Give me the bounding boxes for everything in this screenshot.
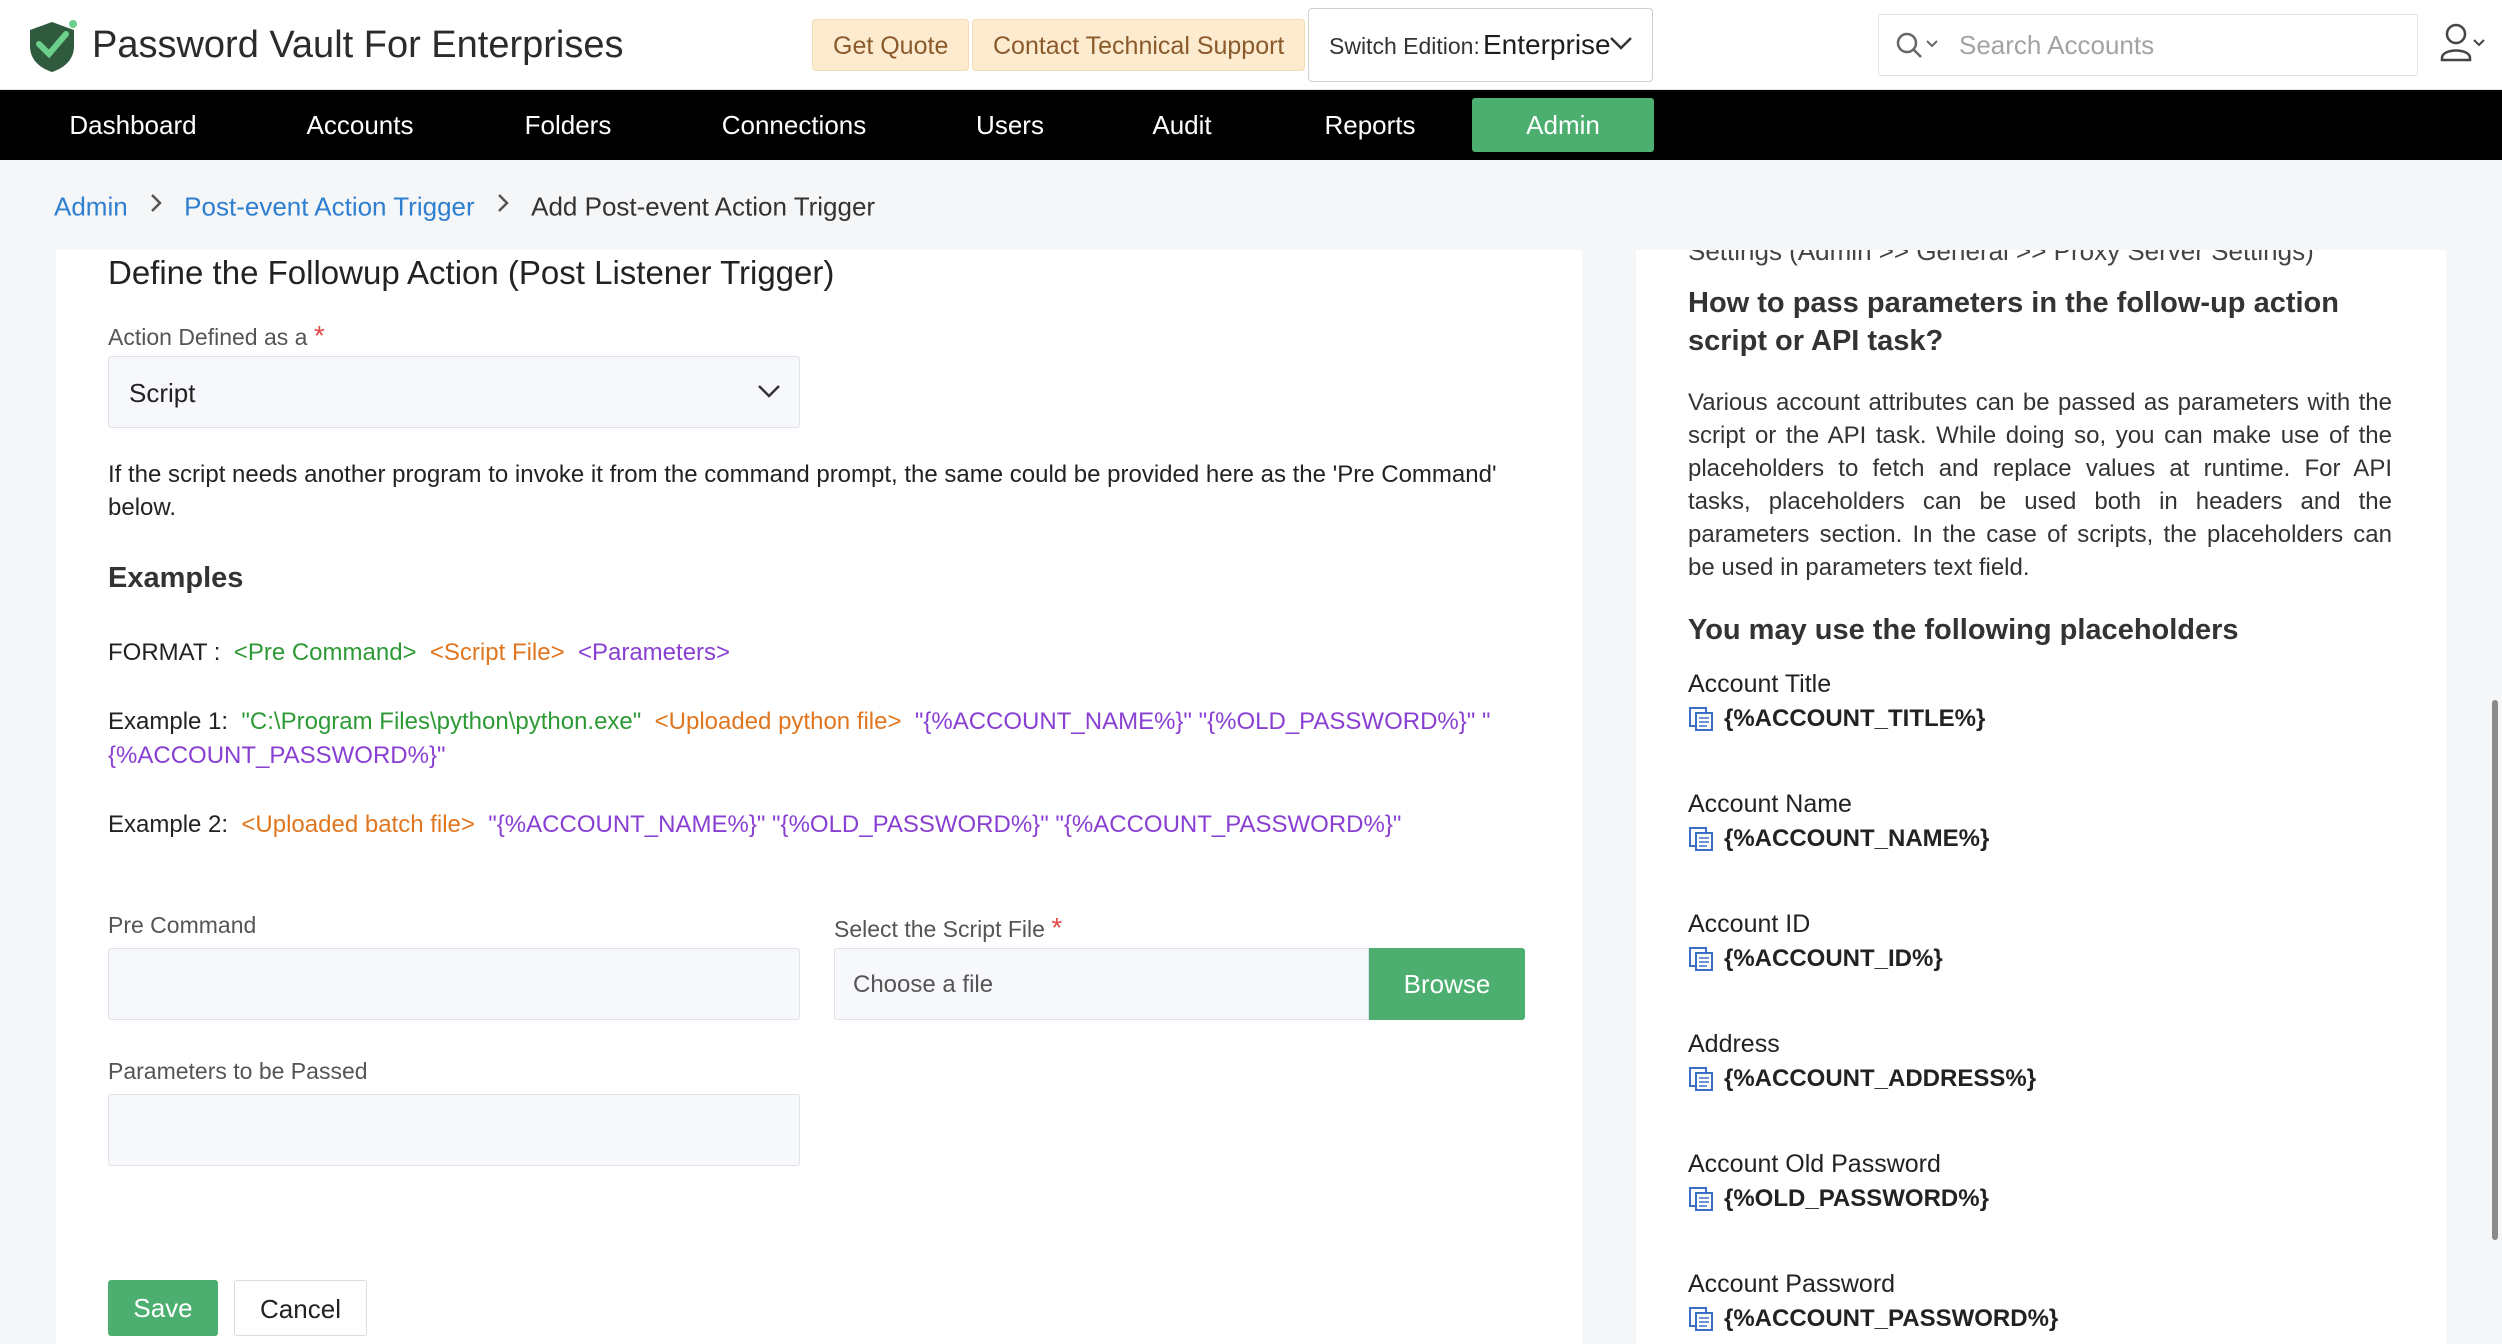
placeholder-label: Address xyxy=(1688,1030,1780,1058)
app-title: Password Vault For Enterprises xyxy=(92,24,624,66)
action-defined-label: Action Defined as a * xyxy=(108,320,325,351)
followup-action-form: Define the Followup Action (Post Listene… xyxy=(56,250,1582,1344)
chevron-right-icon xyxy=(498,194,509,212)
help-heading: How to pass parameters in the follow-up … xyxy=(1688,287,2339,357)
placeholder-item: Account Password {%ACCOUNT_PASSWORD%} xyxy=(1688,1270,2388,1333)
top-header: Password Vault For Enterprises Get Quote… xyxy=(0,0,2502,90)
chevron-right-icon xyxy=(151,194,162,212)
script-file-placeholder: Choose a file xyxy=(853,971,994,998)
required-marker: * xyxy=(313,320,325,351)
placeholder-value: {%ACCOUNT_NAME%} xyxy=(1724,825,1990,852)
nav-audit[interactable]: Audit xyxy=(1116,90,1248,160)
save-button[interactable]: Save xyxy=(108,1280,218,1336)
nav-users[interactable]: Users xyxy=(940,90,1080,160)
action-type-select[interactable]: Script xyxy=(108,356,800,428)
copy-icon[interactable] xyxy=(1688,946,1714,972)
user-menu-icon[interactable] xyxy=(2440,22,2486,66)
search-icon[interactable] xyxy=(1895,31,1943,61)
breadcrumb: Admin Post-event Action Trigger Add Post… xyxy=(54,190,875,223)
example-1: Example 1: "C:\Program Files\python\pyth… xyxy=(108,708,1491,769)
placeholder-label: Account Old Password xyxy=(1688,1150,1941,1178)
chevron-down-icon xyxy=(758,385,780,398)
get-quote-button[interactable]: Get Quote xyxy=(812,19,970,71)
placeholder-value: {%ACCOUNT_TITLE%} xyxy=(1724,705,1986,732)
script-file-label: Select the Script File * xyxy=(834,912,1063,943)
search-box xyxy=(1878,14,2418,76)
nav-folders[interactable]: Folders xyxy=(488,90,648,160)
examples-heading: Examples xyxy=(108,562,244,594)
pre-command-description: If the script needs another program to i… xyxy=(108,461,1497,521)
search-input[interactable] xyxy=(1959,25,2399,65)
help-panel: Settings (Admin >> General >> Proxy Serv… xyxy=(1636,250,2446,1344)
required-marker: * xyxy=(1051,912,1063,943)
browse-button[interactable]: Browse xyxy=(1369,948,1525,1020)
breadcrumb-post-event[interactable]: Post-event Action Trigger xyxy=(184,192,474,222)
script-file-input[interactable]: Choose a file xyxy=(834,948,1369,1020)
placeholder-item: Account ID {%ACCOUNT_ID%} xyxy=(1688,910,2388,973)
format-example: FORMAT : <Pre Command> <Script File> <Pa… xyxy=(108,639,731,666)
breadcrumb-admin[interactable]: Admin xyxy=(54,192,128,222)
copy-icon[interactable] xyxy=(1688,826,1714,852)
pre-command-label: Pre Command xyxy=(108,912,257,938)
nav-admin[interactable]: Admin xyxy=(1472,98,1654,152)
chevron-down-icon xyxy=(1610,37,1632,50)
contact-support-button[interactable]: Contact Technical Support xyxy=(972,19,1306,71)
placeholder-item: Account Name {%ACCOUNT_NAME%} xyxy=(1688,790,2388,853)
page-scrollbar[interactable] xyxy=(2492,700,2498,1240)
pre-command-input[interactable] xyxy=(108,948,800,1020)
placeholder-value: {%ACCOUNT_ID%} xyxy=(1724,945,1943,972)
breadcrumb-current: Add Post-event Action Trigger xyxy=(531,191,876,222)
switch-edition-dropdown[interactable]: Switch Edition: Enterprise xyxy=(1308,8,1653,82)
action-type-value: Script xyxy=(129,378,196,408)
placeholder-label: Account ID xyxy=(1688,910,1811,938)
help-cut-text: Settings (Admin >> General >> Proxy Serv… xyxy=(1688,250,2314,266)
placeholder-label: Account Name xyxy=(1688,790,1852,818)
parameters-label: Parameters to be Passed xyxy=(108,1058,368,1084)
main-nav: Dashboard Accounts Folders Connections U… xyxy=(0,90,2502,160)
placeholder-item: Account Title {%ACCOUNT_TITLE%} xyxy=(1688,670,2388,733)
nav-connections[interactable]: Connections xyxy=(694,90,894,160)
edition-value: Enterprise xyxy=(1483,29,1611,60)
edition-label: Switch Edition: xyxy=(1329,33,1480,59)
nav-dashboard[interactable]: Dashboard xyxy=(40,90,226,160)
copy-icon[interactable] xyxy=(1688,706,1714,732)
placeholder-item: Address {%ACCOUNT_ADDRESS%} xyxy=(1688,1030,2388,1093)
cancel-button[interactable]: Cancel xyxy=(234,1280,367,1336)
example-2: Example 2: <Uploaded batch file> "{%ACCO… xyxy=(108,811,1402,838)
placeholder-value: {%OLD_PASSWORD%} xyxy=(1724,1185,1989,1212)
placeholder-value: {%ACCOUNT_ADDRESS%} xyxy=(1724,1065,2037,1092)
placeholder-label: Account Password xyxy=(1688,1270,1896,1298)
copy-icon[interactable] xyxy=(1688,1186,1714,1212)
copy-icon[interactable] xyxy=(1688,1066,1714,1092)
placeholders-heading: You may use the following placeholders xyxy=(1688,614,2239,646)
nav-reports[interactable]: Reports xyxy=(1290,90,1450,160)
parameters-input[interactable] xyxy=(108,1094,800,1166)
copy-icon[interactable] xyxy=(1688,1306,1714,1332)
placeholder-label: Account Title xyxy=(1688,670,1832,698)
placeholder-item: Account Old Password {%OLD_PASSWORD%} xyxy=(1688,1150,2388,1213)
nav-accounts[interactable]: Accounts xyxy=(270,90,450,160)
placeholder-value: {%ACCOUNT_PASSWORD%} xyxy=(1724,1305,2059,1332)
shield-logo-icon xyxy=(30,20,77,72)
form-title: Define the Followup Action (Post Listene… xyxy=(108,254,835,291)
help-paragraph: Various account attributes can be passed… xyxy=(1688,389,2392,581)
